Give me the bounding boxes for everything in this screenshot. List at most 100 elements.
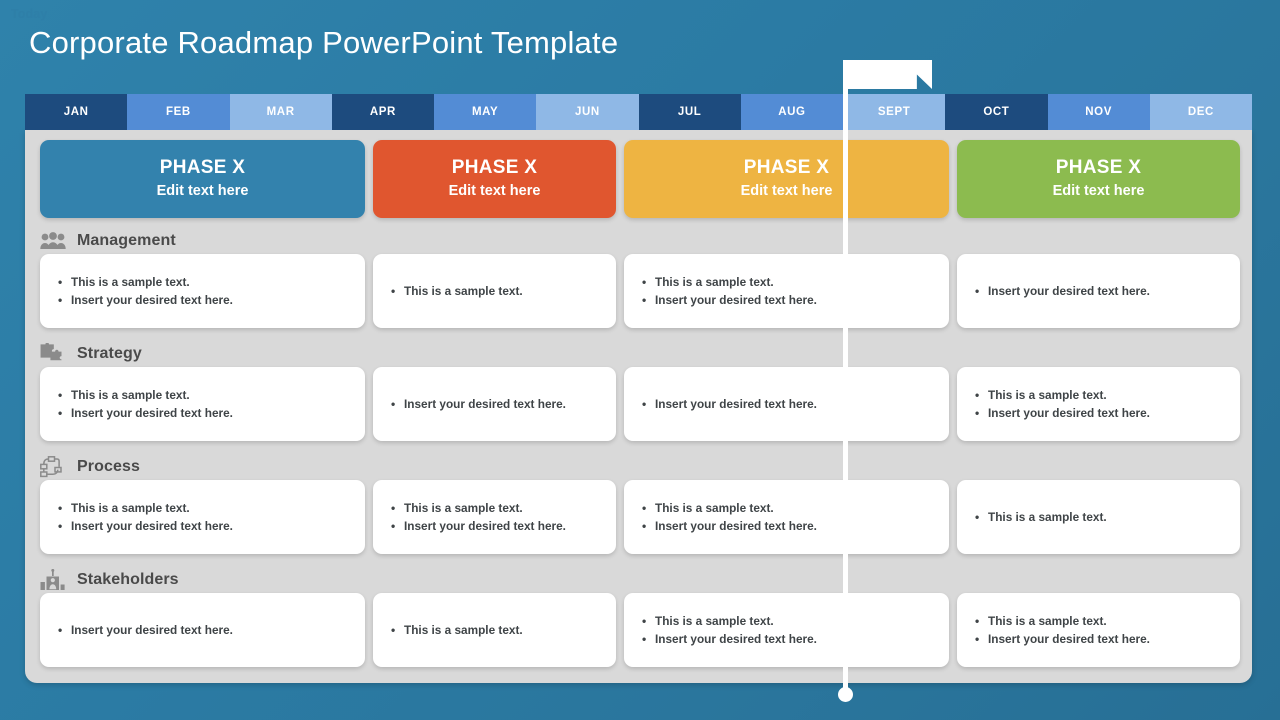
month-label: JUL	[677, 106, 702, 118]
bullet-text: This is a sample text.	[404, 284, 523, 298]
bullet-dot-icon: •	[58, 501, 63, 515]
bullet-text: Insert your desired text here.	[71, 623, 233, 637]
phase-subtitle: Edit text here	[1052, 182, 1145, 199]
content-card[interactable]: • Insert your desired text here.	[373, 367, 616, 441]
bullet-text: This is a sample text.	[988, 510, 1107, 524]
month-label: JAN	[63, 106, 89, 118]
bullet-text: This is a sample text.	[655, 614, 774, 628]
today-flag-label: Today	[11, 7, 48, 21]
phase-bar-4[interactable]: PHASE X Edit text here	[957, 140, 1240, 218]
bullet-text: Insert your desired text here.	[71, 406, 233, 420]
bullet-dot-icon: •	[642, 293, 647, 307]
bullet-dot-icon: •	[391, 623, 396, 637]
bullet-item: • This is a sample text.	[642, 499, 935, 517]
month-cell-may[interactable]: MAY	[434, 94, 537, 130]
content-card[interactable]: • This is a sample text. • Insert your desi…	[40, 254, 365, 328]
section-header: Process	[40, 454, 140, 480]
bullet-item: • This is a sample text.	[58, 273, 351, 291]
phase-bar-3[interactable]: PHASE X Edit text here	[624, 140, 949, 218]
month-cell-sept[interactable]: SEPT	[843, 94, 946, 130]
bullet-dot-icon: •	[58, 293, 63, 307]
month-label: NOV	[1085, 106, 1112, 118]
section-label: Management	[77, 232, 176, 249]
content-card[interactable]: • This is a sample text. • Insert your desi…	[957, 593, 1240, 667]
content-card[interactable]: • Insert your desired text here.	[624, 367, 949, 441]
page-title: Corporate Roadmap PowerPoint Template	[29, 25, 619, 60]
month-cell-aug[interactable]: AUG	[740, 94, 843, 130]
month-timeline-bar: JAN FEB MAR APR MAY JUN JUL AUG SEPT OCT NOV DEC	[25, 94, 1252, 130]
bullet-text: Insert your desired text here.	[988, 406, 1150, 420]
phase-subtitle: Edit text here	[740, 182, 833, 199]
bullet-item: • This is a sample text.	[642, 273, 935, 291]
bullet-text: Insert your desired text here.	[988, 632, 1150, 646]
bullet-dot-icon: •	[58, 406, 63, 420]
phase-subtitle: Edit text here	[156, 182, 249, 199]
bullet-dot-icon: •	[58, 275, 63, 289]
phase-title: PHASE X	[451, 156, 538, 178]
month-cell-nov[interactable]: NOV	[1047, 94, 1150, 130]
bullet-text: This is a sample text.	[404, 501, 523, 515]
phase-title: PHASE X	[159, 156, 246, 178]
bullet-item: • Insert your desired text here.	[391, 395, 602, 413]
bullet-text: Insert your desired text here.	[655, 519, 817, 533]
bullet-text: Insert your desired text here.	[71, 293, 233, 307]
flowchart-icon	[40, 455, 68, 479]
content-card[interactable]: • This is a sample text. • Insert your desi…	[40, 367, 365, 441]
content-card[interactable]: • This is a sample text. • Insert your desi…	[624, 254, 949, 328]
content-card[interactable]: • This is a sample text. • Insert your desi…	[624, 480, 949, 554]
bullet-item: • Insert your desired text here.	[975, 630, 1226, 648]
month-cell-mar[interactable]: MAR	[229, 94, 332, 130]
bullet-dot-icon: •	[58, 519, 63, 533]
month-cell-dec[interactable]: DEC	[1149, 94, 1252, 130]
content-card[interactable]: • This is a sample text. • Insert your desi…	[373, 480, 616, 554]
month-label: OCT	[983, 106, 1010, 118]
bullet-item: • Insert your desired text here.	[642, 630, 935, 648]
bullet-dot-icon: •	[391, 284, 396, 298]
bullet-text: This is a sample text.	[404, 623, 523, 637]
bullet-dot-icon: •	[642, 519, 647, 533]
bullet-dot-icon: •	[975, 388, 980, 402]
bullet-item: • Insert your desired text here.	[642, 291, 935, 309]
section-header: Stakeholders	[40, 567, 179, 593]
phase-bar-1[interactable]: PHASE X Edit text here	[40, 140, 365, 218]
bullet-text: Insert your desired text here.	[404, 519, 566, 533]
content-card[interactable]: • Insert your desired text here.	[957, 254, 1240, 328]
month-label: FEB	[165, 106, 191, 118]
content-card[interactable]: • Insert your desired text here.	[40, 593, 365, 667]
bullet-text: This is a sample text.	[988, 388, 1107, 402]
month-cell-feb[interactable]: FEB	[127, 94, 230, 130]
month-label: DEC	[1187, 106, 1214, 118]
bullet-item: • Insert your desired text here.	[975, 282, 1226, 300]
month-cell-jul[interactable]: JUL	[638, 94, 741, 130]
content-card[interactable]: • This is a sample text. • Insert your desi…	[957, 367, 1240, 441]
phase-bar-2[interactable]: PHASE X Edit text here	[373, 140, 616, 218]
bullet-item: • This is a sample text.	[391, 499, 602, 517]
stakeholder-chart-icon	[40, 568, 68, 592]
content-card[interactable]: • This is a sample text.	[373, 593, 616, 667]
bullet-item: • This is a sample text.	[975, 612, 1226, 630]
content-card[interactable]: • This is a sample text.	[957, 480, 1240, 554]
month-label: JUN	[574, 106, 600, 118]
bullet-item: • Insert your desired text here.	[975, 404, 1226, 422]
section-header: Strategy	[40, 341, 142, 367]
month-cell-oct[interactable]: OCT	[945, 94, 1048, 130]
section-header: Management	[40, 228, 176, 254]
content-card[interactable]: • This is a sample text. • Insert your desi…	[40, 480, 365, 554]
bullet-item: • This is a sample text.	[58, 499, 351, 517]
bullet-text: This is a sample text.	[988, 614, 1107, 628]
month-cell-apr[interactable]: APR	[331, 94, 434, 130]
month-label: MAR	[266, 106, 295, 118]
content-card[interactable]: • This is a sample text. • Insert your desi…	[624, 593, 949, 667]
bullet-dot-icon: •	[975, 632, 980, 646]
section-label: Stakeholders	[77, 571, 179, 588]
month-cell-jun[interactable]: JUN	[536, 94, 639, 130]
bullet-text: This is a sample text.	[71, 388, 190, 402]
bullet-dot-icon: •	[975, 406, 980, 420]
bullet-item: • Insert your desired text here.	[58, 621, 351, 639]
month-cell-jan[interactable]: JAN	[25, 94, 128, 130]
bullet-dot-icon: •	[975, 284, 980, 298]
bullet-dot-icon: •	[391, 519, 396, 533]
bullet-text: Insert your desired text here.	[655, 397, 817, 411]
bullet-text: This is a sample text.	[71, 275, 190, 289]
content-card[interactable]: • This is a sample text.	[373, 254, 616, 328]
